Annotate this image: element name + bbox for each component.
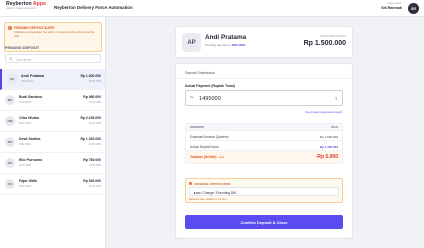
item-id: DRV-0003 — [19, 122, 31, 125]
app-title: Reyberton Delivery Force Automation — [54, 5, 133, 10]
chevron-down-icon: ▾ — [194, 190, 196, 195]
currency-prefix: Rp — [190, 95, 194, 99]
row-value: Rp 1.500.000 — [319, 134, 338, 139]
app-header: Reyberton Apps Delivery Sales Automation… — [0, 0, 424, 17]
item-time: 08:30 WIB — [88, 80, 101, 83]
brand-tagline: Delivery Sales Automation — [6, 7, 37, 11]
justification-title: VARIANCE JUSTIFICATION — [189, 182, 230, 186]
item-id: DRV-0001 — [21, 80, 33, 83]
amount-input[interactable]: 1495000 — [199, 96, 221, 102]
item-amount: Rp 1.320.000 — [80, 137, 101, 141]
item-time: 09:10 WIB — [88, 101, 101, 104]
table-row: Expected Amount (System) Rp 1.500.000 — [186, 131, 342, 141]
column-header-description: DESKRIPSI — [190, 126, 204, 129]
confirm-deposit-button[interactable]: Confirm Deposit & Close — [185, 215, 343, 229]
avatar: AP — [182, 33, 201, 52]
driver-name: Andi Pratama — [205, 34, 247, 41]
row-label: Expected Amount (System) — [190, 134, 229, 139]
justification-title-text: VARIANCE JUSTIFICATION — [194, 182, 231, 186]
item-amount: Rp 980.000 — [83, 95, 101, 99]
reason-select[interactable]: Loss: Change / Rounding Diff ▾ — [189, 187, 339, 196]
item-time: 10:40 WIB — [88, 185, 101, 188]
item-time: 09:45 WIB — [88, 122, 101, 125]
deposit-form: Deposit Submission Actual Payment (Rupia… — [175, 63, 353, 239]
list-item[interactable]: FS Fajar Sidik DRV-0006 Rp 540.000 10:40… — [0, 174, 105, 195]
sidebar: ! PENDING DEPOSIT ALERT Collection not d… — [0, 17, 106, 248]
list-item[interactable]: BS Budi Santoso DRV-0002 Rp 980.000 09:1… — [0, 90, 105, 111]
user-info: Sales Admin Siti Rahmah — [381, 2, 402, 10]
brand-logo[interactable]: Reyberton Apps Delivery Sales Automation — [6, 1, 46, 11]
avatar: EP — [5, 158, 15, 168]
item-id: DRV-0005 — [19, 164, 31, 167]
section-label: PENDING DEPOSIT — [5, 46, 40, 50]
stepper-icon[interactable]: ⇕ — [335, 96, 338, 101]
user-name: Siti Rahmah — [381, 5, 402, 10]
item-amount: Rp 1.500.000 — [80, 74, 101, 78]
item-name: Budi Santoso — [19, 95, 43, 99]
list-item[interactable]: DS Dewi Sartika DRV-0004 Rp 1.320.000 10… — [0, 132, 105, 153]
variance-label: Variance (Selisih) — [190, 155, 217, 159]
avatar: FS — [5, 179, 15, 189]
avatar: DS — [5, 137, 15, 147]
variance-tag: short — [219, 155, 225, 159]
avatar: CW — [5, 116, 15, 126]
row-value: Rp 1.495.000 — [319, 144, 338, 149]
search-input[interactable]: Cari driver... — [16, 58, 33, 62]
item-name: Citra Wulan — [19, 116, 39, 120]
expected-amount: Rp 1.500.000 — [303, 40, 346, 47]
summary-header: DESKRIPSI NILAI — [186, 124, 342, 131]
item-id: DRV-0006 — [19, 185, 31, 188]
variance-row: Variance (Selisih) short -Rp 5.000 — [186, 151, 342, 163]
list-item[interactable]: EP Eko Purnomo DRV-0005 Rp 760.000 10:20… — [0, 153, 105, 174]
variance-value: -Rp 5.000 — [315, 154, 338, 160]
driver-summary-card: AP Andi Pratama Pending deposit for DRV-… — [175, 26, 353, 58]
table-row: Actual Deposit Input Rp 1.495.000 — [186, 141, 342, 151]
warning-text: Collection not deposited. Set action on … — [14, 31, 95, 38]
driver-list: AP Andi Pratama DRV-0001 Rp 1.500.000 08… — [0, 69, 105, 195]
amount-field[interactable]: Rp 1495000 ⇕ — [185, 90, 343, 106]
list-item[interactable]: AP Andi Pratama DRV-0001 Rp 1.500.000 08… — [0, 69, 105, 90]
user-avatar[interactable]: SR — [408, 3, 419, 14]
item-id: DRV-0004 — [19, 143, 31, 146]
avatar: AP — [7, 74, 17, 84]
item-amount: Rp 760.000 — [83, 158, 101, 162]
item-amount: Rp 540.000 — [83, 179, 101, 183]
item-amount: Rp 2.150.000 — [80, 116, 101, 120]
row-label: Actual Deposit Input — [190, 144, 219, 149]
search-field[interactable]: Cari driver... — [5, 54, 101, 63]
variance-justification: VARIANCE JUSTIFICATION Loss: Change / Ro… — [185, 178, 343, 203]
item-id: DRV-0002 — [19, 101, 31, 104]
driver-subtitle: Pending deposit for DRV-0001 — [205, 43, 246, 47]
warning-title: PENDING DEPOSIT ALERT — [14, 26, 55, 30]
item-name: Fajar Sidik — [19, 179, 38, 183]
driver-subtitle-prefix: Pending deposit for — [205, 43, 231, 47]
column-header-value: NILAI — [331, 126, 338, 129]
alert-icon: ! — [8, 26, 12, 30]
search-icon — [9, 57, 13, 61]
driver-id: DRV-0001 — [231, 43, 246, 47]
summary-table: DESKRIPSI NILAI Expected Amount (System)… — [185, 123, 343, 164]
warning-dot-icon — [189, 182, 192, 186]
avatar: BS — [5, 95, 15, 105]
expected-label: EXPECTED AMOUNT — [320, 35, 346, 38]
item-time: 10:20 WIB — [88, 164, 101, 167]
amount-label: Actual Payment (Rupiah Tunai) — [185, 84, 235, 88]
divider — [176, 78, 352, 79]
item-name: Dewi Sartika — [19, 137, 41, 141]
use-expected-link[interactable]: Use system expected amount — [305, 110, 342, 114]
list-item[interactable]: CW Citra Wulan DRV-0003 Rp 2.150.000 09:… — [0, 111, 105, 132]
justification-note: Required when variance is not zero. — [189, 198, 228, 201]
item-name: Eko Purnomo — [19, 158, 43, 162]
item-name: Andi Pratama — [21, 74, 45, 78]
form-title: Deposit Submission — [185, 71, 215, 75]
item-time: 10:05 WIB — [88, 143, 101, 146]
